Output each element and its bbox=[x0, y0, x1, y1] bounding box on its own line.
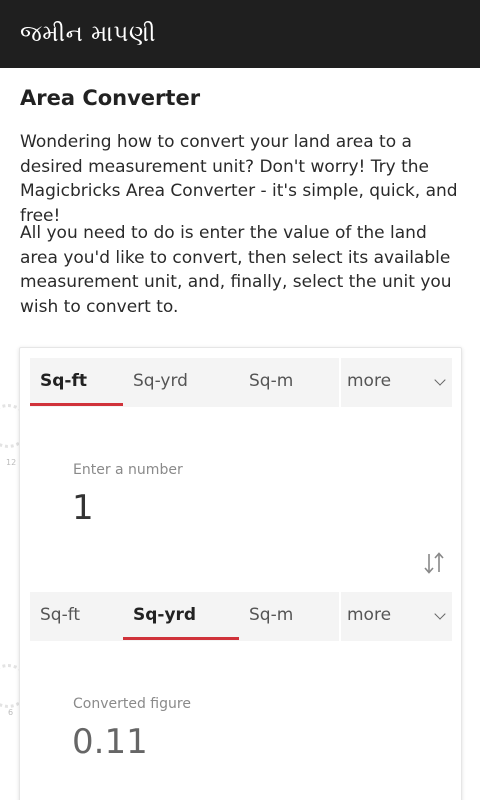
input-label: Enter a number bbox=[73, 462, 183, 478]
area-input[interactable]: 1 bbox=[72, 488, 94, 528]
converted-value: 0.11 bbox=[72, 722, 148, 762]
chevron-down-icon bbox=[434, 608, 446, 620]
from-more-units-dropdown[interactable]: more bbox=[341, 358, 452, 407]
to-unit-tabs: Sq-ft Sq-yrd Sq-m more bbox=[30, 592, 452, 641]
to-tab-sq-yrd[interactable]: Sq-yrd bbox=[123, 592, 239, 641]
from-unit-tabs: Sq-ft Sq-yrd Sq-m more bbox=[30, 358, 452, 407]
more-label: more bbox=[347, 605, 392, 625]
app-title: જમીન માપણી bbox=[20, 21, 156, 47]
intro-paragraph: Wondering how to convert your land area … bbox=[20, 132, 458, 226]
from-tab-sq-yrd[interactable]: Sq-yrd bbox=[123, 358, 239, 407]
gauge-mark: 12 bbox=[6, 458, 17, 467]
instructions-paragraph: All you need to do is enter the value of… bbox=[20, 223, 452, 317]
to-more-units-dropdown[interactable]: more bbox=[341, 592, 452, 641]
app-bar: જમીન માપણી bbox=[0, 0, 480, 68]
from-tab-sq-ft[interactable]: Sq-ft bbox=[30, 358, 123, 407]
to-tab-sq-ft[interactable]: Sq-ft bbox=[30, 592, 123, 641]
output-label: Converted figure bbox=[73, 696, 191, 712]
chevron-down-icon bbox=[434, 374, 446, 386]
gauge-mark: 6 bbox=[8, 708, 14, 717]
from-tab-sq-m[interactable]: Sq-m bbox=[239, 358, 339, 407]
page-title: Area Converter bbox=[20, 86, 201, 110]
to-tab-sq-m[interactable]: Sq-m bbox=[239, 592, 339, 641]
swap-vertical-arrows-icon[interactable] bbox=[421, 550, 447, 576]
more-label: more bbox=[347, 371, 392, 391]
area-converter-card: Sq-ft Sq-yrd Sq-m more Enter a number 1 … bbox=[19, 347, 462, 800]
